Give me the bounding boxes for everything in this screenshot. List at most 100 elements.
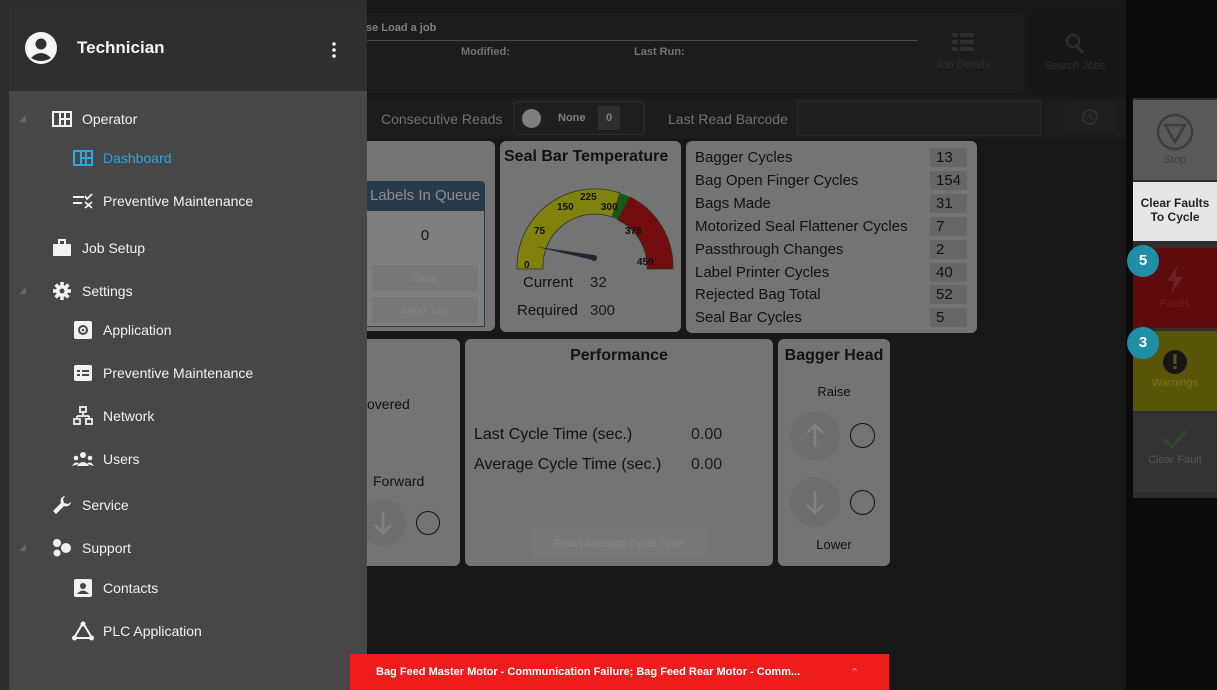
reads-count-value: 0 xyxy=(605,112,613,124)
current-temp-value: 32 xyxy=(590,274,607,291)
users-icon xyxy=(72,448,94,470)
nav-service-label: Service xyxy=(82,497,129,513)
support-expand-caret[interactable]: ◢ xyxy=(19,542,26,553)
warnings-count: 3 xyxy=(1138,334,1148,351)
nav-application-label: Application xyxy=(103,322,172,338)
counter-label: Motorized Seal Flattener Cycles xyxy=(695,217,908,235)
nav-contacts[interactable]: Contacts xyxy=(72,576,158,600)
user-name: Technician xyxy=(77,38,165,57)
partial-card-text-1: overed xyxy=(367,396,410,412)
wrench-icon xyxy=(51,494,73,516)
gear-icon xyxy=(51,280,73,302)
counter-label: Bags Made xyxy=(695,194,771,212)
lower-indicator xyxy=(850,490,875,515)
raise-label: Raise xyxy=(817,384,851,399)
avg-cycle-label: Average Cycle Time (sec.) xyxy=(474,456,662,473)
nav-service[interactable]: Service xyxy=(51,493,129,517)
clear-queue-button[interactable]: Clear xyxy=(372,265,478,291)
performance-title: Performance xyxy=(570,347,668,364)
nav-network-label: Network xyxy=(103,408,155,424)
chevron-up-icon[interactable]: ⌃ xyxy=(850,666,859,679)
operator-expand-caret[interactable]: ◢ xyxy=(19,113,26,124)
nav-dashboard-label: Dashboard xyxy=(103,150,172,166)
send-test-label: Send Test xyxy=(400,305,450,317)
warnings-count-badge: 3 xyxy=(1127,327,1159,359)
lower-button[interactable] xyxy=(790,477,840,527)
performance-card: Performance Last Cycle Time (sec.) 0.00 … xyxy=(465,339,773,566)
counter-value: 52 xyxy=(930,285,967,305)
gauge-yellow-zone xyxy=(516,188,621,270)
send-test-button[interactable]: Send Test xyxy=(372,297,478,323)
nav-operator-pm-label: Preventive Maintenance xyxy=(103,193,254,209)
more-vert-button[interactable] xyxy=(325,38,343,62)
consecutive-reads-group: None 0 xyxy=(513,101,645,135)
counter-label: Seal Bar Cycles xyxy=(695,309,802,327)
nav-operator-preventive-maintenance[interactable]: Preventive Maintenance xyxy=(72,189,253,213)
history-button[interactable] xyxy=(1064,102,1116,132)
gauge-tick-75: 75 xyxy=(534,226,546,237)
plc-triangle-icon xyxy=(72,620,94,642)
support-icon xyxy=(51,537,73,559)
job-details-label: Job Details xyxy=(935,59,991,71)
job-details-button[interactable]: Job Details xyxy=(928,33,998,79)
last-read-barcode-field xyxy=(797,100,1041,136)
counter-value: 2 xyxy=(930,239,967,259)
counter-value: 7 xyxy=(930,216,967,236)
app-settings-icon xyxy=(72,319,94,341)
counter-label: Passthrough Changes xyxy=(695,240,844,258)
checkmark-icon xyxy=(1162,430,1188,450)
required-temp-label: Required xyxy=(517,302,578,319)
avg-cycle-value: 0.00 xyxy=(691,456,723,473)
warning-icon xyxy=(1163,350,1187,374)
nav-network[interactable]: Network xyxy=(72,404,154,428)
clear-faults-label-1: Clear Faults xyxy=(1140,196,1210,210)
bagger-head-card: Bagger Head Raise Lower xyxy=(778,339,890,566)
gauge-tick-0: 0 xyxy=(524,260,530,271)
job-underline xyxy=(366,40,918,41)
counter-value: 13 xyxy=(930,148,967,167)
consecutive-reads-toggle[interactable] xyxy=(522,109,541,128)
raise-button[interactable] xyxy=(790,411,840,461)
clear-fault-label: Clear Fault xyxy=(1148,454,1202,466)
nav-application[interactable]: Application xyxy=(72,318,172,342)
drawer-header: Technician xyxy=(9,8,367,91)
stop-icon xyxy=(1156,113,1194,151)
gauge-tick-150: 150 xyxy=(557,202,574,213)
labels-queue-card: Labels In Queue 0 Clear Send Test xyxy=(355,141,495,331)
job-prompt: se Load a job xyxy=(366,22,437,34)
nav-job-setup[interactable]: Job Setup xyxy=(51,236,145,260)
fault-alert-bar[interactable]: Bag Feed Master Motor - Communication Fa… xyxy=(350,654,889,690)
nav-settings-pm-label: Preventive Maintenance xyxy=(103,365,254,381)
settings-expand-caret[interactable]: ◢ xyxy=(19,285,26,296)
nav-support[interactable]: Support xyxy=(51,536,131,560)
nav-plc-application[interactable]: PLC Application xyxy=(72,619,202,643)
labels-queue-header: Labels In Queue xyxy=(365,181,485,211)
gauge-tick-450: 450 xyxy=(637,257,654,268)
clear-faults-to-cycle-button[interactable]: Clear Faults To Cycle xyxy=(1133,182,1217,241)
nav-dashboard[interactable]: Dashboard xyxy=(72,146,172,170)
seal-bar-title: Seal Bar Temperature xyxy=(504,148,669,165)
stop-button[interactable]: Stop xyxy=(1133,100,1217,180)
arrow-down-icon xyxy=(806,491,824,515)
reset-average-button[interactable]: Reset Average Cycle Time xyxy=(531,528,706,558)
search-jobs-button[interactable]: Search Jobs xyxy=(1030,13,1120,93)
counters-card: Bagger Cycles 13 Bag Open Finger Cycles 154… xyxy=(686,141,977,333)
labels-queue-title: Labels In Queue xyxy=(369,187,481,204)
more-vert-icon xyxy=(332,42,336,58)
seal-bar-gauge: 0 75 150 225 300 375 450 xyxy=(516,188,674,271)
counter-label: Label Printer Cycles xyxy=(695,263,830,281)
lower-label: Lower xyxy=(816,537,852,552)
nav-operator[interactable]: Operator xyxy=(51,107,137,131)
reads-count-box: 0 xyxy=(598,106,620,130)
labels-queue-body: 0 Clear Send Test xyxy=(365,211,485,327)
counter-value: 31 xyxy=(930,193,967,213)
clear-fault-button[interactable]: Clear Fault xyxy=(1133,414,1217,492)
contact-card-icon xyxy=(72,577,94,599)
network-icon xyxy=(72,405,94,427)
nav-settings-preventive-maintenance[interactable]: Preventive Maintenance xyxy=(72,361,253,385)
nav-users[interactable]: Users xyxy=(72,447,140,471)
list-card-icon xyxy=(72,362,94,384)
nav-settings[interactable]: Settings xyxy=(51,279,133,303)
briefcase-icon xyxy=(51,237,73,259)
counter-value: 5 xyxy=(930,308,967,328)
